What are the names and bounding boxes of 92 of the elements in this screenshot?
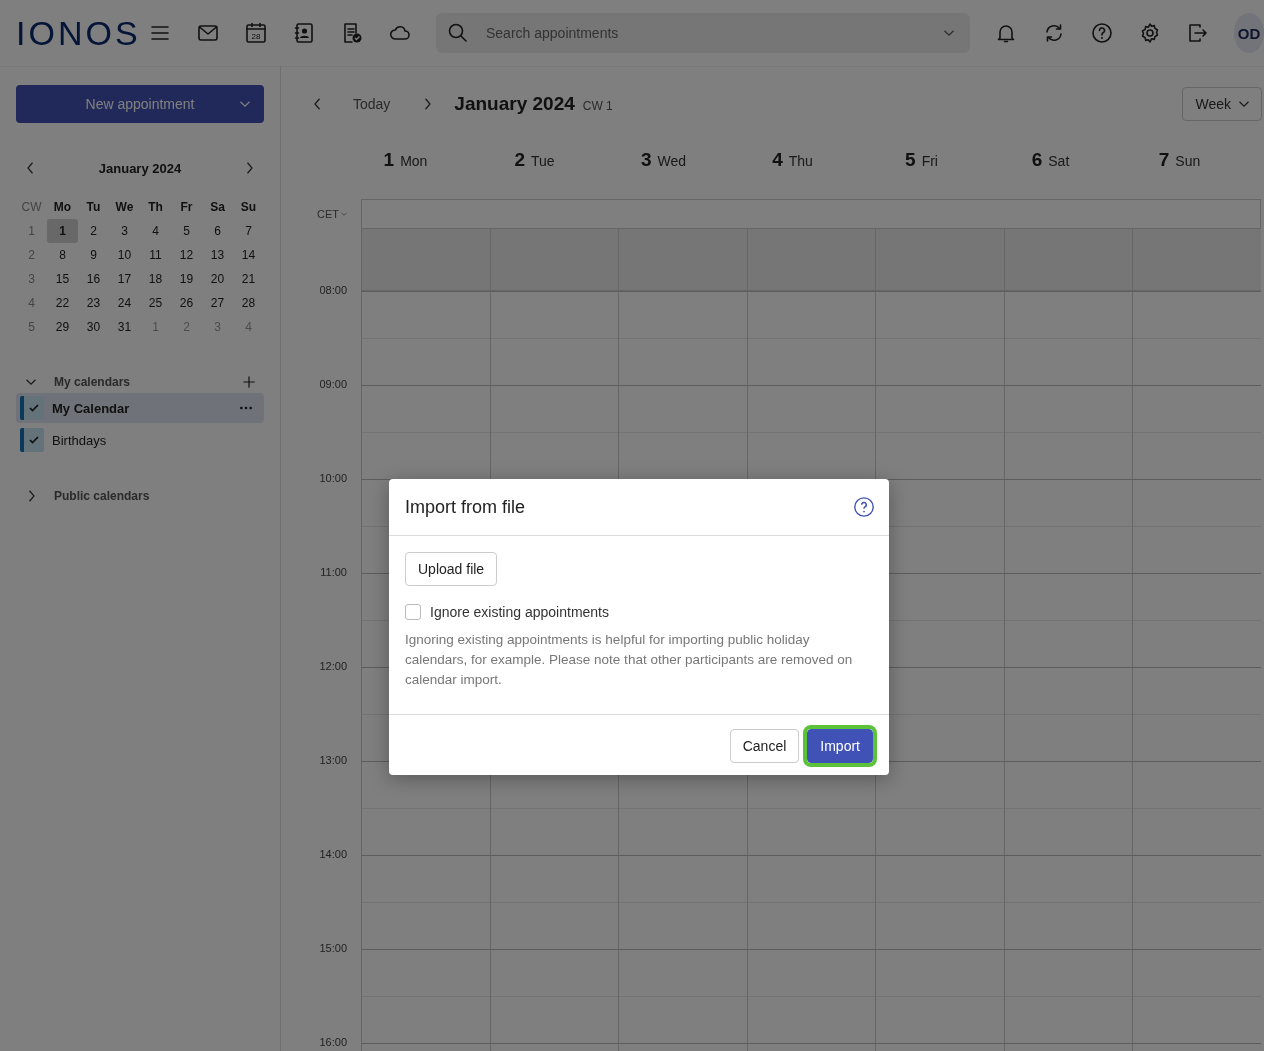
week-number: 2 (27, 247, 36, 264)
day-cell[interactable]: 2 (78, 219, 109, 243)
hour-label: 08:00 (319, 284, 347, 296)
upload-file-button[interactable]: Upload file (405, 552, 498, 586)
day-header[interactable]: 6 Sat (1006, 141, 1135, 185)
day-cell[interactable]: 13 (202, 243, 233, 267)
day-cell[interactable]: 10 (109, 243, 140, 267)
day-cell[interactable]: 1 (47, 219, 78, 243)
hour-label: 15:00 (319, 942, 347, 954)
cancel-button[interactable]: Cancel (729, 729, 800, 763)
help-text: Ignoring existing appointments is helpful for importing public holiday calendars, for example. Please note that other participants are removed on calendar import. (405, 631, 854, 689)
help-icon[interactable] (1090, 21, 1114, 45)
section-title[interactable]: My calendars (54, 375, 226, 389)
help-icon[interactable] (853, 496, 875, 518)
search-icon (446, 21, 470, 45)
logout-icon[interactable] (1186, 21, 1210, 45)
day-cell[interactable]: 21 (233, 267, 264, 291)
contact-book-icon[interactable] (292, 21, 316, 45)
day-cell[interactable]: 8 (47, 243, 78, 267)
day-cell[interactable]: 23 (78, 291, 109, 315)
day-cell[interactable]: 14 (233, 243, 264, 267)
day-cell[interactable]: 28 (233, 291, 264, 315)
calendar-item[interactable]: My Calendar (16, 393, 264, 423)
day-cell[interactable]: 26 (171, 291, 202, 315)
calendar-icon[interactable]: 28 (244, 21, 268, 45)
day-cell[interactable]: 11 (140, 243, 171, 267)
hour-label: 14:00 (319, 848, 347, 860)
day-cell[interactable]: 18 (140, 267, 171, 291)
day-header[interactable]: 3 Wed (619, 141, 748, 185)
calendar-week-label: CW 1 (582, 98, 613, 113)
hour-label: 09:00 (319, 378, 347, 390)
brand-logo[interactable]: IONOS (16, 13, 138, 53)
day-cell[interactable]: 30 (78, 315, 109, 339)
today-button[interactable]: Today (347, 95, 397, 113)
hour-label: 13:00 (319, 754, 347, 766)
add-icon[interactable] (240, 373, 258, 391)
day-header[interactable]: 7 Sun (1135, 141, 1264, 185)
day-cell[interactable]: 7 (233, 219, 264, 243)
dialog-title: Import from file (405, 496, 526, 518)
day-cell[interactable]: 31 (109, 315, 140, 339)
day-cell[interactable]: 25 (140, 291, 171, 315)
section-title[interactable]: Public calendars (54, 489, 264, 503)
day-cell[interactable]: 24 (109, 291, 140, 315)
all-day-row[interactable] (361, 199, 1261, 229)
day-header[interactable]: 2 Tue (490, 141, 619, 185)
weekday-heading: Su (239, 199, 258, 216)
day-header[interactable]: 4 Thu (748, 141, 877, 185)
day-cell[interactable]: 6 (202, 219, 233, 243)
week-number: 5 (27, 319, 36, 336)
weekday-heading: Fr (179, 199, 194, 216)
checkbox[interactable] (405, 604, 421, 620)
month-title: January 2024 (98, 160, 182, 176)
checkbox-label[interactable]: Ignore existing appointments (430, 604, 609, 620)
day-cell[interactable]: 3 (109, 219, 140, 243)
day-cell[interactable]: 9 (78, 243, 109, 267)
week-number: 3 (27, 271, 36, 288)
search-field[interactable]: Search appointments (436, 13, 970, 53)
hour-label: 11:00 (320, 566, 347, 578)
week-number-heading: CW (20, 199, 43, 216)
day-header[interactable]: 1 Mon (361, 141, 490, 185)
calendar-item[interactable]: Birthdays (16, 425, 264, 455)
day-cell[interactable]: 4 (140, 219, 171, 243)
day-cell[interactable]: 29 (47, 315, 78, 339)
hour-label: 16:00 (319, 1036, 347, 1048)
day-cell[interactable]: 15 (47, 267, 78, 291)
week-number: 4 (27, 295, 36, 312)
day-cell[interactable]: 19 (171, 267, 202, 291)
weekday-heading: Mo (52, 199, 73, 216)
check-icon (28, 402, 40, 414)
day-cell[interactable]: 12 (171, 243, 202, 267)
new-appointment-button[interactable]: New appointment (16, 85, 264, 123)
day-cell[interactable]: 20 (202, 267, 233, 291)
week-title: January 2024 (454, 93, 575, 115)
user-avatar[interactable]: OD (1234, 13, 1264, 53)
day-cell[interactable]: 5 (171, 219, 202, 243)
view-dropdown[interactable]: Week (1182, 87, 1262, 121)
day-cell[interactable]: 17 (109, 267, 140, 291)
weekday-heading: Th (147, 199, 164, 216)
calendar-checkbox[interactable] (20, 396, 44, 420)
calendar-checkbox[interactable] (20, 428, 44, 452)
hour-label: 10:00 (319, 472, 347, 484)
check-icon (28, 434, 40, 446)
day-cell[interactable]: 16 (78, 267, 109, 291)
day-header[interactable]: 5 Fri (877, 141, 1006, 185)
weekday-heading: We (114, 199, 135, 216)
timezone-selector[interactable]: CET (281, 199, 361, 229)
weekday-heading: Tu (85, 199, 102, 216)
day-cell[interactable]: 27 (202, 291, 233, 315)
hour-label: 12:00 (319, 660, 347, 672)
day-cell[interactable]: 22 (47, 291, 78, 315)
week-number: 1 (27, 223, 36, 240)
weekday-heading: Sa (209, 199, 226, 216)
